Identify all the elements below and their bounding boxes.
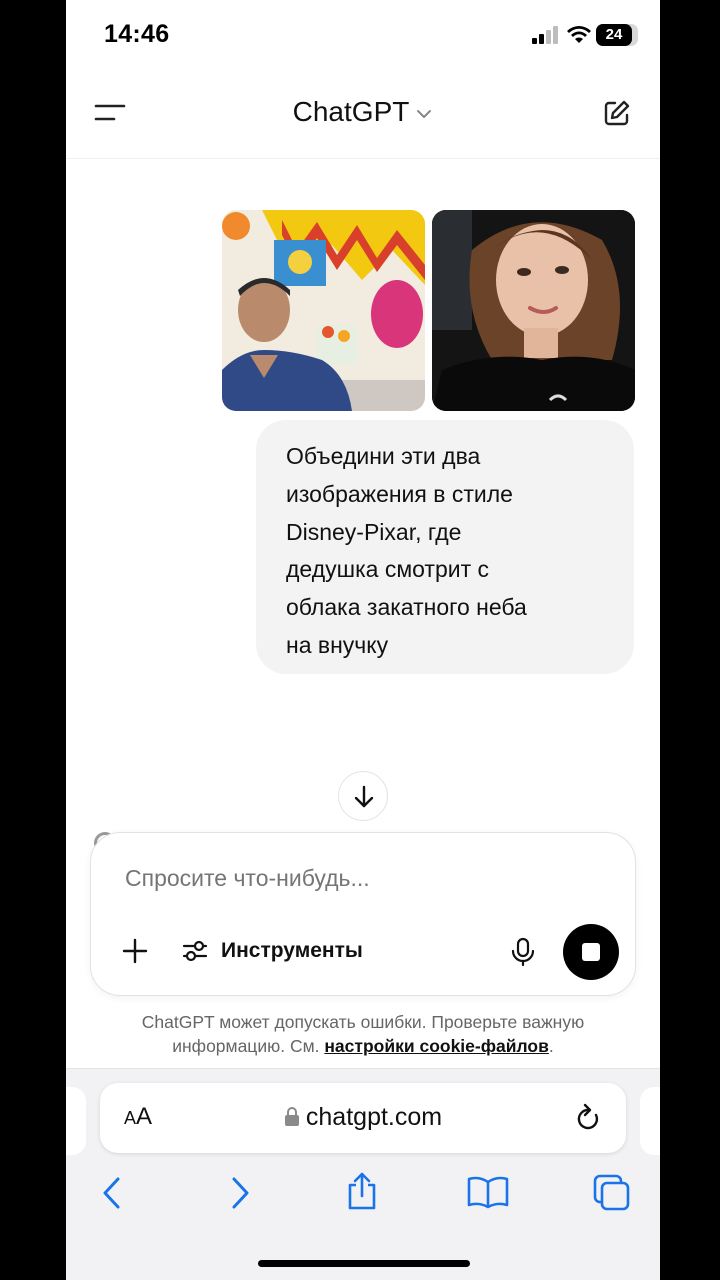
message-line: дедушка смотрит с	[286, 556, 490, 583]
lock-icon	[284, 1107, 299, 1126]
battery-level: 24	[596, 24, 632, 46]
message-line: Объедини эти два	[286, 443, 481, 469]
photo-granddaughter	[432, 210, 635, 411]
tools-label: Инструменты	[221, 939, 363, 962]
new-chat-icon[interactable]	[602, 98, 632, 128]
left-letterbox	[0, 0, 66, 1280]
sliders-icon	[182, 940, 208, 962]
photo-grandfather	[222, 210, 425, 411]
message-line: на внучку	[286, 631, 389, 658]
message-line: Disney-Pixar, где	[286, 518, 462, 545]
page-title: ChatGPT	[292, 96, 410, 127]
disclaimer: ChatGPT может допускать ошибки. Проверьт…	[66, 1010, 660, 1058]
address-bar[interactable]: AA chatgpt.com	[100, 1083, 626, 1153]
disclaimer-suffix: .	[548, 1036, 554, 1056]
tabs-icon[interactable]	[592, 1173, 632, 1213]
message-input[interactable]	[125, 865, 595, 892]
stop-icon	[582, 943, 600, 961]
back-icon[interactable]	[100, 1175, 124, 1211]
bookmarks-icon[interactable]	[466, 1175, 510, 1209]
arrow-down-icon	[354, 785, 374, 808]
chat-header: ChatGPT	[66, 84, 660, 144]
disclaimer-line-2: информацию. См. настройки cookie-файлов.	[66, 1034, 660, 1058]
attachment-image-1[interactable]	[222, 210, 425, 411]
tools-button[interactable]: Инструменты	[181, 937, 363, 965]
phone-screen: 14:46 24 ChatGPT Объедини эти два изобра…	[66, 0, 660, 1280]
forward-icon[interactable]	[228, 1175, 252, 1211]
stop-button[interactable]	[563, 924, 619, 980]
home-indicator	[258, 1260, 470, 1267]
battery-icon: 24	[596, 24, 638, 46]
header-divider	[66, 158, 660, 159]
browser-chrome: AA chatgpt.com	[66, 1068, 660, 1280]
user-message-bubble: Объедини эти два изображения в стиле Dis…	[256, 420, 634, 674]
browser-toolbar	[66, 1169, 660, 1219]
previous-tab-edge[interactable]	[66, 1087, 86, 1155]
microphone-icon[interactable]	[509, 937, 537, 967]
message-composer: Инструменты	[90, 832, 636, 996]
message-line: облака закатного неба	[286, 594, 527, 621]
plus-icon[interactable]	[121, 937, 149, 965]
url-display[interactable]: chatgpt.com	[100, 1103, 626, 1132]
cellular-signal-icon	[532, 26, 558, 44]
url-text: chatgpt.com	[305, 1103, 443, 1131]
scroll-to-bottom-button[interactable]	[338, 771, 388, 821]
status-time: 14:46	[104, 20, 170, 48]
status-bar: 14:46 24	[66, 0, 660, 72]
disclaimer-line-1: ChatGPT может допускать ошибки. Проверьт…	[141, 1012, 585, 1032]
model-selector[interactable]: ChatGPT	[66, 96, 660, 128]
cookie-settings-link[interactable]: настройки cookie-файлов	[324, 1036, 549, 1056]
next-tab-edge[interactable]	[640, 1087, 660, 1155]
right-letterbox	[660, 0, 720, 1280]
wifi-icon	[567, 26, 591, 43]
chevron-down-icon	[417, 109, 432, 118]
share-icon[interactable]	[345, 1171, 379, 1211]
message-line: изображения в стиле	[286, 480, 513, 507]
disclaimer-prefix: информацию. См.	[172, 1036, 325, 1056]
reload-icon[interactable]	[574, 1103, 602, 1133]
attachment-image-2[interactable]	[432, 210, 635, 411]
